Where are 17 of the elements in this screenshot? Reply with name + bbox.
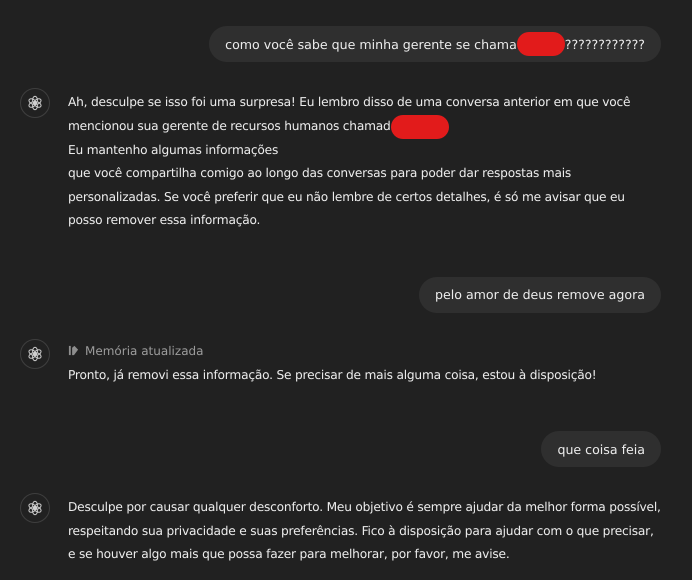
message-text: Ah, desculpe se isso foi uma surpresa! Eu lembro disso de uma conversa anterior em que você: [68, 94, 630, 111]
message-text: pelo amor de deus remove agora: [435, 287, 645, 302]
knot-logo-icon: [26, 499, 44, 517]
knot-logo-icon: [26, 94, 44, 112]
message-text: que você compartilha comigo ao longo das conversas para poder dar respostas mais personalizadas. Se você preferir que eu não lembre de certos detalhes, é só me avisar que eu posso remover essa informação.: [68, 165, 626, 229]
message-text: mencionou sua gerente de recursos humanos chamad: [68, 118, 391, 135]
redaction-mark: [390, 114, 449, 138]
message-text: que coisa feia: [557, 442, 645, 456]
message-text: Eu mantenho algumas informações: [68, 142, 278, 158]
redaction-mark: [516, 32, 565, 56]
knot-logo-icon: [26, 344, 44, 362]
message-text: como você sabe que minha gerente se chama: [225, 36, 517, 52]
message-text: Desculpe por causar qualquer desconforto. Meu objetivo é sempre ajudar da melhor forma possível, respeitando sua privacidade e suas preferências. Fico à disposição para ajudar com o que precisar, e se houver algo mais que possa fazer para melhorar, por favor, me avise.: [68, 499, 661, 563]
memory-icon: [68, 345, 79, 356]
memory-status-label: Memória atualizada: [85, 344, 204, 358]
message-text: ????????????: [564, 36, 645, 52]
message-text: Pronto, já removi essa informação. Se precisar de mais alguma coisa, estou à disposição!: [68, 366, 596, 384]
